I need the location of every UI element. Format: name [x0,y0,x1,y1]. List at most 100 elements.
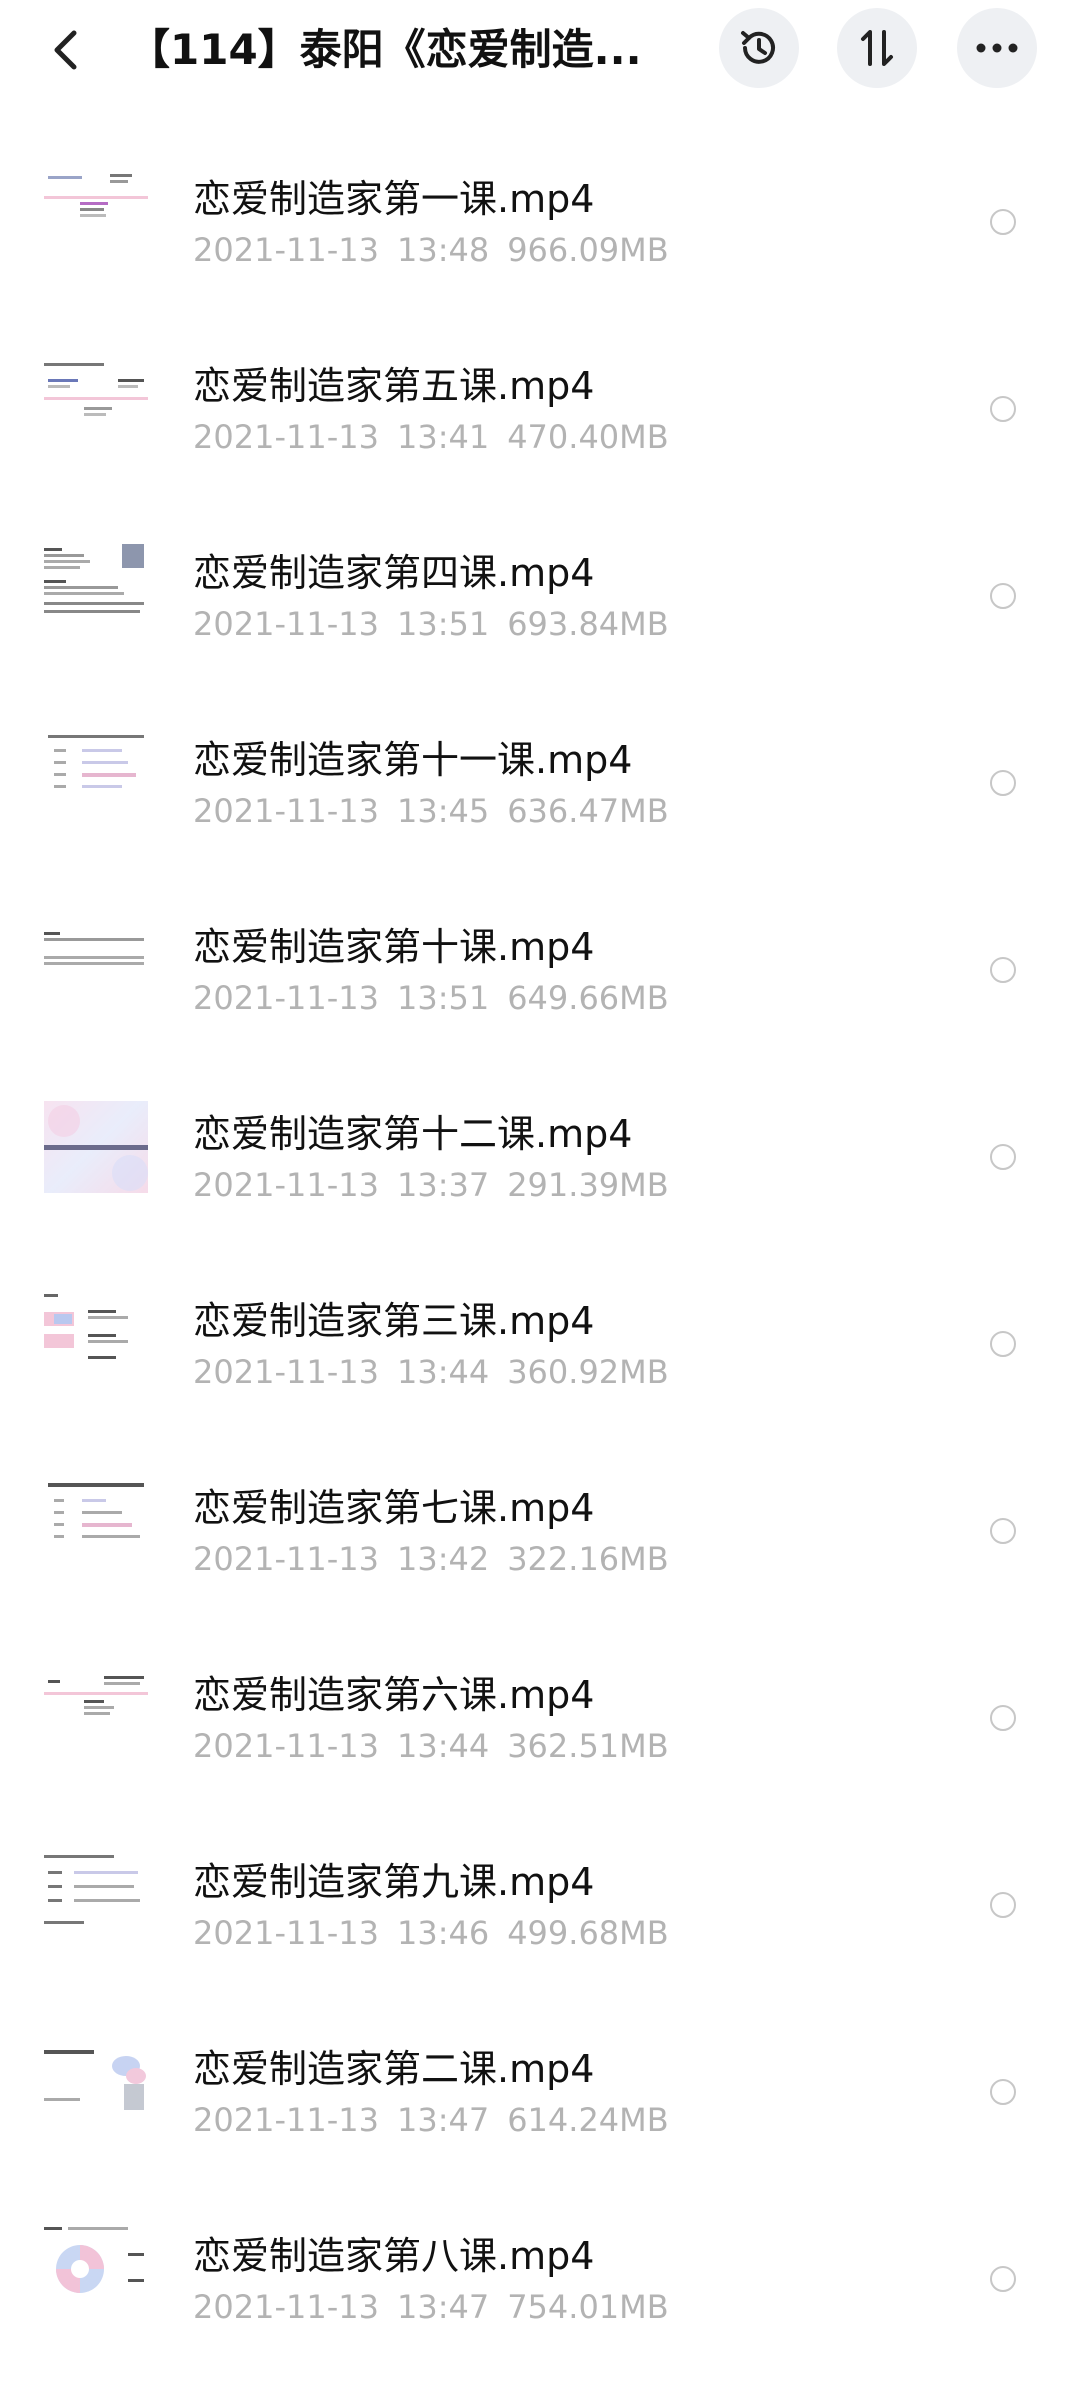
file-size: 322.16MB [507,1540,669,1578]
file-name: 恋爱制造家第三课.mp4 [193,1299,595,1343]
file-size: 499.68MB [507,1914,669,1952]
file-row[interactable]: 恋爱制造家第一课.mp4 2021-11-13 13:48 966.09MB [0,100,1080,287]
file-name: 恋爱制造家第六课.mp4 [193,1673,595,1717]
file-meta: 2021-11-13 13:45 636.47MB [193,792,669,830]
file-meta: 2021-11-13 13:51 693.84MB [193,605,669,643]
file-time: 13:37 [396,1166,490,1204]
file-meta: 2021-11-13 13:51 649.66MB [193,979,669,1017]
video-thumbnail [44,1101,148,1193]
select-radio[interactable] [990,396,1016,422]
file-size: 291.39MB [507,1166,669,1204]
file-row[interactable]: 恋爱制造家第九课.mp4 2021-11-13 13:46 499.68MB [0,1783,1080,1970]
file-meta: 2021-11-13 13:48 966.09MB [193,231,669,269]
video-thumbnail [44,914,148,1006]
file-time: 13:47 [396,2101,490,2139]
file-date: 2021-11-13 [193,418,379,456]
file-meta: 2021-11-13 13:37 291.39MB [193,1166,669,1204]
file-row[interactable]: 恋爱制造家第十二课.mp4 2021-11-13 13:37 291.39MB [0,1035,1080,1222]
file-size: 362.51MB [507,1727,669,1765]
file-date: 2021-11-13 [193,1914,379,1952]
video-thumbnail [44,353,148,445]
file-size: 649.66MB [507,979,669,1017]
file-date: 2021-11-13 [193,2101,379,2139]
file-meta: 2021-11-13 13:44 362.51MB [193,1727,669,1765]
select-radio[interactable] [990,957,1016,983]
video-thumbnail [44,2036,148,2128]
file-row[interactable]: 恋爱制造家第三课.mp4 2021-11-13 13:44 360.92MB [0,1222,1080,1409]
file-name: 恋爱制造家第一课.mp4 [193,177,595,221]
file-row[interactable]: 恋爱制造家第七课.mp4 2021-11-13 13:42 322.16MB [0,1409,1080,1596]
file-name: 恋爱制造家第七课.mp4 [193,1486,595,1530]
select-radio[interactable] [990,1705,1016,1731]
file-time: 13:48 [396,231,490,269]
file-time: 13:51 [396,605,490,643]
file-name: 恋爱制造家第十二课.mp4 [193,1112,633,1156]
file-date: 2021-11-13 [193,605,379,643]
file-name: 恋爱制造家第五课.mp4 [193,364,595,408]
file-name: 恋爱制造家第十课.mp4 [193,925,595,969]
file-date: 2021-11-13 [193,1353,379,1391]
select-radio[interactable] [990,583,1016,609]
video-thumbnail [44,540,148,632]
select-radio[interactable] [990,1892,1016,1918]
file-time: 13:44 [396,1727,490,1765]
file-meta: 2021-11-13 13:47 754.01MB [193,2288,669,2326]
file-name: 恋爱制造家第二课.mp4 [193,2047,595,2091]
file-date: 2021-11-13 [193,792,379,830]
select-radio[interactable] [990,209,1016,235]
file-size: 636.47MB [507,792,669,830]
select-radio[interactable] [990,1144,1016,1170]
file-time: 13:44 [396,1353,490,1391]
top-bar: 【114】泰阳《恋爱制造... [0,0,1080,100]
file-size: 966.09MB [507,231,669,269]
file-row[interactable]: 恋爱制造家第八课.mp4 2021-11-13 13:47 754.01MB [0,2157,1080,2344]
file-row[interactable]: 恋爱制造家第二课.mp4 2021-11-13 13:47 614.24MB [0,1970,1080,2157]
select-radio[interactable] [990,1331,1016,1357]
file-size: 470.40MB [507,418,669,456]
file-row[interactable]: 恋爱制造家第五课.mp4 2021-11-13 13:41 470.40MB [0,287,1080,474]
file-time: 13:47 [396,2288,490,2326]
sort-icon [861,30,893,66]
select-radio[interactable] [990,2266,1016,2292]
folder-title: 【114】泰阳《恋爱制造... [128,25,642,74]
video-thumbnail [44,727,148,819]
select-radio[interactable] [990,1518,1016,1544]
file-name: 恋爱制造家第八课.mp4 [193,2234,595,2278]
file-time: 13:51 [396,979,490,1017]
file-date: 2021-11-13 [193,2288,379,2326]
file-date: 2021-11-13 [193,1727,379,1765]
file-time: 13:45 [396,792,490,830]
more-horizontal-icon [976,43,1018,53]
file-name: 恋爱制造家第十一课.mp4 [193,738,633,782]
back-button[interactable] [40,22,90,78]
file-name: 恋爱制造家第九课.mp4 [193,1860,595,1904]
select-radio[interactable] [990,770,1016,796]
video-thumbnail [44,1849,148,1941]
file-meta: 2021-11-13 13:44 360.92MB [193,1353,669,1391]
sort-button[interactable] [837,8,917,88]
file-time: 13:46 [396,1914,490,1952]
select-radio[interactable] [990,2079,1016,2105]
file-date: 2021-11-13 [193,979,379,1017]
file-size: 754.01MB [507,2288,669,2326]
file-row[interactable]: 恋爱制造家第十一课.mp4 2021-11-13 13:45 636.47MB [0,661,1080,848]
file-name: 恋爱制造家第四课.mp4 [193,551,595,595]
history-clock-icon [741,31,775,64]
video-thumbnail [44,2223,148,2315]
file-date: 2021-11-13 [193,1540,379,1578]
file-row[interactable]: 恋爱制造家第四课.mp4 2021-11-13 13:51 693.84MB [0,474,1080,661]
file-size: 360.92MB [507,1353,669,1391]
file-meta: 2021-11-13 13:42 322.16MB [193,1540,669,1578]
video-thumbnail [44,1662,148,1754]
file-row[interactable]: 恋爱制造家第六课.mp4 2021-11-13 13:44 362.51MB [0,1596,1080,1783]
file-meta: 2021-11-13 13:41 470.40MB [193,418,669,456]
more-button[interactable] [957,8,1037,88]
video-thumbnail [44,166,148,258]
file-row[interactable]: 恋爱制造家第十课.mp4 2021-11-13 13:51 649.66MB [0,848,1080,1035]
file-time: 13:41 [396,418,490,456]
chevron-left-icon [54,30,77,70]
history-button[interactable] [719,8,799,88]
file-size: 693.84MB [507,605,669,643]
file-meta: 2021-11-13 13:47 614.24MB [193,2101,669,2139]
file-size: 614.24MB [507,2101,669,2139]
